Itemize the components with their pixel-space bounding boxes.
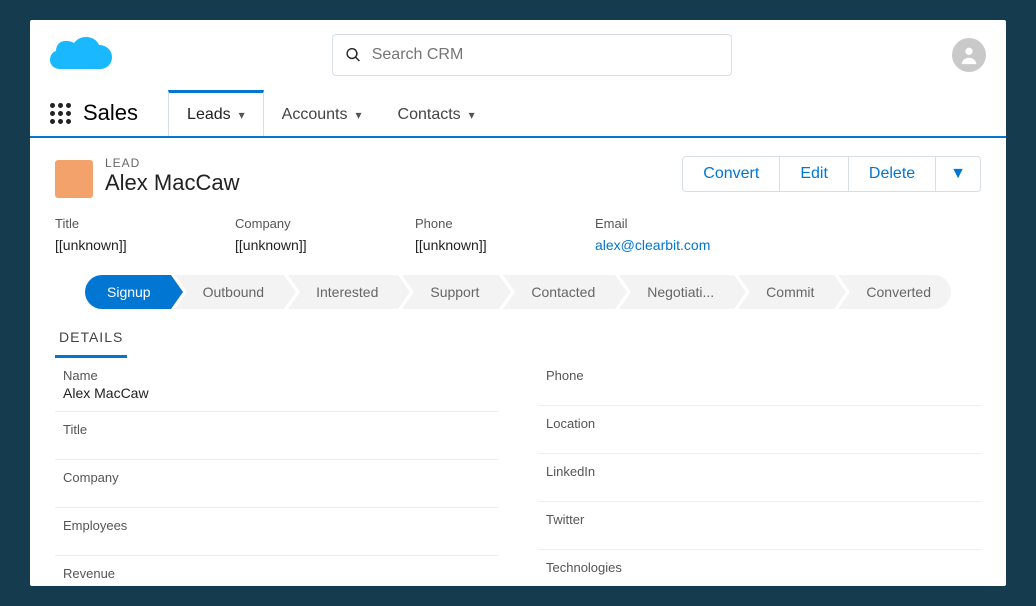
info-label-company: Company [235,216,355,231]
tab-leads[interactable]: Leads▾ [168,90,264,136]
delete-button[interactable]: Delete [849,157,936,191]
nav-tabs: Leads▾ Accounts▾ Contacts▾ [168,90,493,136]
field-company: Company [55,460,498,508]
info-val-title: [[unknown]] [55,237,175,253]
chevron-down-icon: ▾ [469,108,475,122]
info-val-email[interactable]: alex@clearbit.com [595,237,715,253]
field-phone: Phone [538,358,981,406]
search-input[interactable] [372,46,719,64]
lead-name: Alex MacCaw [105,170,239,196]
stage-interested[interactable]: Interested [288,275,398,309]
lead-avatar [55,160,93,198]
lead-info-row: Title [[unknown]] Company [[unknown]] Phon… [30,210,1006,271]
stage-commit[interactable]: Commit [738,275,834,309]
search-box[interactable] [332,34,732,76]
field-name: NameAlex MacCaw [55,358,498,412]
more-actions-button[interactable]: ▼ [936,157,980,191]
field-title: Title [55,412,498,460]
stage-converted[interactable]: Converted [838,275,951,309]
tab-contacts[interactable]: Contacts▾ [380,90,493,136]
field-revenue: Revenue [55,556,498,586]
search-icon [345,46,362,64]
app-name: Sales [83,100,138,126]
info-val-company: [[unknown]] [235,237,355,253]
field-technologies: Technologies [538,550,981,586]
edit-button[interactable]: Edit [780,157,849,191]
field-twitter: Twitter [538,502,981,550]
details-tab-label[interactable]: DETAILS [55,319,127,358]
info-label-title: Title [55,216,175,231]
convert-button[interactable]: Convert [683,157,780,191]
details-grid: NameAlex MacCaw Title Company Employees … [30,358,1006,586]
field-linkedin: LinkedIn [538,454,981,502]
tab-accounts[interactable]: Accounts▾ [264,90,380,136]
user-avatar[interactable] [952,38,986,72]
stage-contacted[interactable]: Contacted [503,275,615,309]
stage-support[interactable]: Support [402,275,499,309]
navbar: Sales Leads▾ Accounts▾ Contacts▾ [30,90,1006,138]
app-window: Sales Leads▾ Accounts▾ Contacts▾ LEAD Al… [30,20,1006,586]
chevron-down-icon: ▾ [239,108,245,122]
field-location: Location [538,406,981,454]
action-group: Convert Edit Delete ▼ [682,156,981,192]
triangle-down-icon: ▼ [950,165,966,182]
lead-type: LEAD [105,156,239,170]
info-label-email: Email [595,216,715,231]
chevron-down-icon: ▾ [355,108,361,122]
topbar [30,20,1006,90]
salesforce-logo [50,31,112,80]
app-launcher-icon[interactable] [50,103,71,124]
stage-outbound[interactable]: Outbound [175,275,285,309]
info-label-phone: Phone [415,216,535,231]
lead-header: LEAD Alex MacCaw Convert Edit Delete ▼ [30,138,1006,210]
stage-signup[interactable]: Signup [85,275,171,309]
info-val-phone: [[unknown]] [415,237,535,253]
stage-negotiation[interactable]: Negotiati... [619,275,734,309]
details-tab: DETAILS [30,319,1006,358]
field-employees: Employees [55,508,498,556]
stage-path: Signup Outbound Interested Support Conta… [30,271,1006,319]
